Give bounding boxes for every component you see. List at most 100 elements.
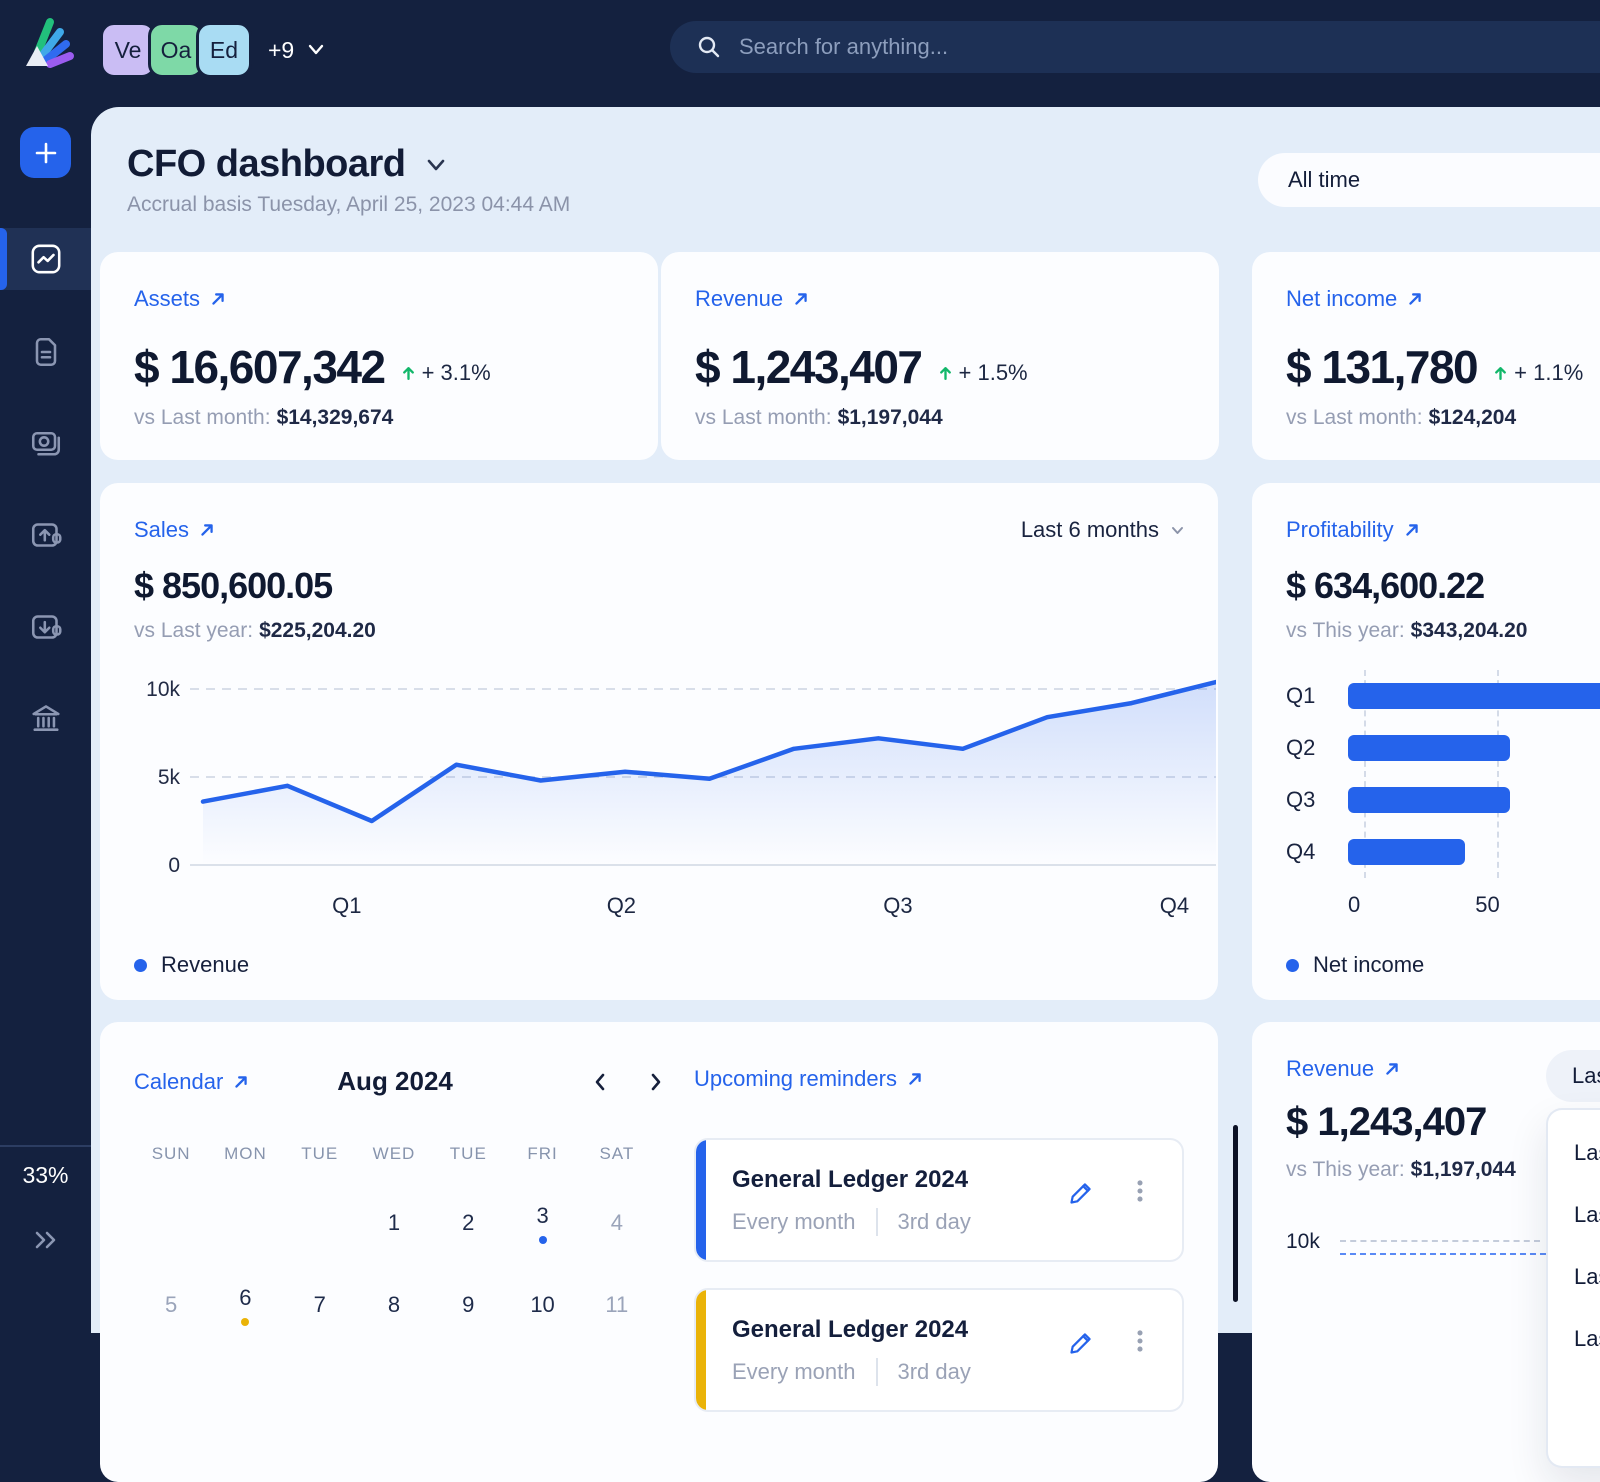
calendar-day[interactable]: 3	[505, 1182, 579, 1264]
reminders-scrollbar[interactable]	[1233, 1125, 1238, 1302]
gridline-label: 10k	[1286, 1230, 1320, 1254]
workspace-switcher[interactable]: VeOaEd +9	[100, 22, 324, 78]
revenue-link[interactable]: Revenue	[695, 286, 809, 312]
assets-value: $ 16,607,342	[134, 340, 385, 394]
arrow-up-icon	[401, 365, 416, 381]
assets-link[interactable]: Assets	[134, 286, 226, 312]
calendar-reminders-card: Calendar Aug 2024 SUNMONTUEWEDTUEFRISAT …	[100, 1022, 1218, 1482]
assets-card: Assets $ 16,607,342 + 3.1% vs Last month…	[100, 252, 658, 460]
sidebar-divider	[0, 1145, 91, 1147]
arrow-ne-icon	[233, 1074, 249, 1090]
range-dropdown-item[interactable]: Last	[1548, 1308, 1600, 1370]
sales-card: Sales Last 6 months $ 850,600.05 vs Last…	[100, 483, 1218, 1000]
revenue-range-selector[interactable]: Last	[1546, 1050, 1600, 1102]
revenue-chart-compare: vs This year:$1,197,044	[1286, 1158, 1516, 1182]
revenue-chart-link[interactable]: Revenue	[1286, 1056, 1400, 1082]
calendar-day-headers: SUNMONTUEWEDTUEFRISAT	[134, 1144, 654, 1164]
topbar: VeOaEd +9 Search for anything...	[0, 0, 1600, 107]
arrow-ne-icon	[1404, 522, 1420, 538]
calendar-day[interactable]: 7	[283, 1264, 357, 1346]
calendar-day[interactable]: 2	[431, 1182, 505, 1264]
legend-dot	[134, 959, 147, 972]
page-subtitle: Accrual basis Tuesday, April 25, 2023 04…	[127, 193, 570, 217]
kebab-menu-icon[interactable]	[1126, 1326, 1154, 1356]
legend-dot	[1286, 959, 1299, 972]
divider	[876, 1358, 878, 1386]
arrow-ne-icon	[1384, 1061, 1400, 1077]
sidebar-item-banking[interactable]	[0, 687, 91, 749]
workspace-avatar-ed[interactable]: Ed	[196, 22, 252, 78]
calendar-day[interactable]: 1	[357, 1182, 431, 1264]
bar-row: Q1	[1286, 670, 1600, 722]
sidebar-item-dashboard[interactable]	[0, 228, 91, 290]
revenue-chart-card: Revenue Last $ 1,243,407 vs This year:$1…	[1252, 1022, 1600, 1482]
profitability-bar-chart: Q1Q2Q3Q4	[1286, 670, 1600, 878]
net-income-delta: + 1.1%	[1493, 360, 1583, 394]
calendar-day-header: SUN	[134, 1144, 208, 1164]
add-button[interactable]	[20, 127, 71, 178]
cash-icon	[28, 425, 64, 461]
sales-link[interactable]: Sales	[134, 517, 215, 543]
bar-q1	[1348, 683, 1600, 709]
calendar-day-header: MON	[208, 1144, 282, 1164]
edit-icon[interactable]	[1068, 1328, 1096, 1356]
time-range-selector[interactable]: All time	[1258, 153, 1600, 207]
main-content: CFO dashboard Accrual basis Tuesday, Apr…	[91, 107, 1600, 1333]
bar-row: Q3	[1286, 774, 1600, 826]
search-bar[interactable]: Search for anything...	[670, 21, 1600, 73]
calendar-event-dot	[539, 1236, 547, 1244]
calendar-event-dot	[241, 1318, 249, 1326]
calendar-day[interactable]: 6	[208, 1264, 282, 1346]
sidebar-item-transactions[interactable]	[0, 412, 91, 474]
calendar-link[interactable]: Calendar	[134, 1069, 249, 1095]
bar-q2	[1348, 735, 1510, 761]
chevron-down-icon	[1171, 526, 1184, 535]
net-income-value: $ 131,780	[1286, 340, 1477, 394]
workspace-more-count[interactable]: +9	[268, 37, 294, 64]
arrow-ne-icon	[1407, 291, 1423, 307]
revenue-delta: + 1.5%	[938, 360, 1028, 394]
kebab-menu-icon[interactable]	[1126, 1176, 1154, 1206]
chevron-down-icon[interactable]	[308, 44, 324, 56]
revenue-kpi-card: Revenue $ 1,243,407 + 1.5% vs Last month…	[661, 252, 1219, 460]
arrow-ne-icon	[793, 291, 809, 307]
calendar-day-header: WED	[357, 1144, 431, 1164]
profitability-legend: Net income	[1286, 952, 1424, 978]
bar-axis-ticks: 050	[1348, 892, 1548, 918]
sidebar-item-expenses[interactable]	[0, 596, 91, 658]
upcoming-reminders-link[interactable]: Upcoming reminders	[694, 1066, 923, 1092]
sales-range-selector[interactable]: Last 6 months	[1021, 517, 1184, 543]
expand-sidebar-button[interactable]	[0, 1227, 91, 1253]
calendar-day-header: TUE	[431, 1144, 505, 1164]
reminder-card: General Ledger 2024Every month3rd day	[694, 1288, 1184, 1412]
net-income-link[interactable]: Net income	[1286, 286, 1423, 312]
edit-icon[interactable]	[1068, 1178, 1096, 1206]
bar-category-label: Q1	[1286, 683, 1348, 709]
svg-text:0: 0	[168, 854, 180, 877]
calendar-next-button[interactable]	[648, 1071, 664, 1093]
range-dropdown-item[interactable]: Last	[1548, 1246, 1600, 1308]
calendar-day[interactable]: 9	[431, 1264, 505, 1346]
bar-category-label: Q2	[1286, 735, 1348, 761]
calendar-prev-button[interactable]	[592, 1071, 608, 1093]
calendar-day	[283, 1182, 357, 1264]
calendar-day[interactable]: 10	[505, 1264, 579, 1346]
profitability-link[interactable]: Profitability	[1286, 517, 1420, 543]
page-title: CFO dashboard	[127, 143, 406, 186]
usage-percent: 33%	[0, 1162, 91, 1189]
range-dropdown-item[interactable]: Last	[1548, 1184, 1600, 1246]
calendar-day[interactable]: 5	[134, 1264, 208, 1346]
sales-legend: Revenue	[134, 952, 249, 978]
range-dropdown-item[interactable]: Last	[1548, 1122, 1600, 1184]
reminder-day: 3rd day	[898, 1209, 971, 1235]
search-placeholder: Search for anything...	[739, 34, 948, 60]
sidebar-item-income[interactable]	[0, 504, 91, 566]
calendar-day[interactable]: 11	[580, 1264, 654, 1346]
app-logo[interactable]	[20, 10, 78, 74]
calendar-day[interactable]: 4	[580, 1182, 654, 1264]
sidebar-item-documents[interactable]	[0, 321, 91, 383]
arrow-ne-icon	[907, 1071, 923, 1087]
dashboard-chevron-down-icon[interactable]	[426, 158, 446, 172]
calendar-day[interactable]: 8	[357, 1264, 431, 1346]
calendar-day-header: FRI	[505, 1144, 579, 1164]
